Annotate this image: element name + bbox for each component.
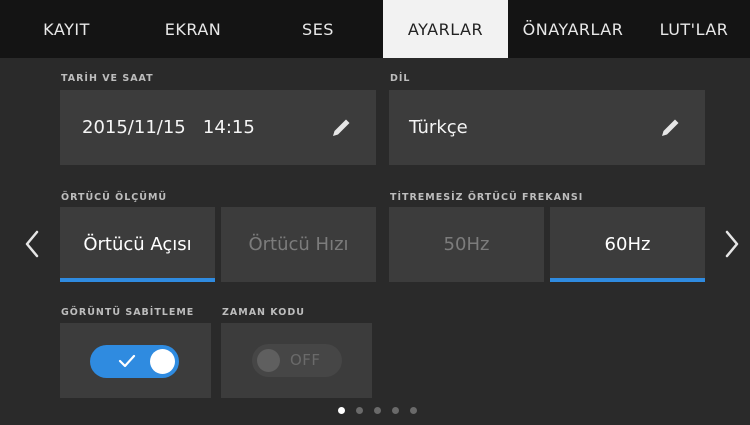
selected-indicator <box>550 278 705 282</box>
shutter-angle-option[interactable]: Örtücü Açısı <box>60 207 215 282</box>
toggle-knob <box>150 349 175 374</box>
page-dot-3[interactable] <box>374 407 381 414</box>
chevron-right-icon[interactable] <box>722 224 742 264</box>
tab-ayarlar[interactable]: AYARLAR <box>383 0 508 58</box>
timecode-state: OFF <box>290 351 321 369</box>
pencil-icon[interactable] <box>657 115 683 141</box>
page-dot-1[interactable] <box>338 407 345 414</box>
page-dot-4[interactable] <box>392 407 399 414</box>
shutter-measurement-label: ÖRTÜCÜ ÖLÇÜMÜ <box>61 192 168 203</box>
tab-ekran[interactable]: EKRAN <box>133 0 253 58</box>
flicker-free-label: TİTREMESİZ ÖRTÜCÜ FREKANSI <box>390 192 584 203</box>
timecode-tile: OFF <box>221 323 372 398</box>
toggle-knob <box>257 349 280 372</box>
shutter-speed-option[interactable]: Örtücü Hızı <box>221 207 376 282</box>
freq-50hz-option[interactable]: 50Hz <box>389 207 544 282</box>
image-stabilization-label: GÖRÜNTÜ SABİTLEME <box>61 307 195 318</box>
chevron-left-icon[interactable] <box>22 224 42 264</box>
language-value: Türkçe <box>409 117 468 138</box>
pencil-icon[interactable] <box>328 115 354 141</box>
page-dot-2[interactable] <box>356 407 363 414</box>
freq-60hz-option[interactable]: 60Hz <box>550 207 705 282</box>
timecode-toggle[interactable]: OFF <box>252 344 342 377</box>
date-time-field[interactable]: 2015/11/15 14:15 <box>60 90 376 165</box>
language-label: DİL <box>390 73 411 84</box>
freq-50hz-label: 50Hz <box>443 234 490 255</box>
shutter-speed-label: Örtücü Hızı <box>248 234 349 255</box>
freq-60hz-label: 60Hz <box>604 234 651 255</box>
shutter-angle-label: Örtücü Açısı <box>83 234 192 255</box>
language-field[interactable]: Türkçe <box>389 90 705 165</box>
tab-ses[interactable]: SES <box>253 0 383 58</box>
selected-indicator <box>60 278 215 282</box>
tab-lutlar[interactable]: LUT'LAR <box>638 0 750 58</box>
image-stabilization-toggle[interactable] <box>90 345 179 378</box>
check-icon <box>118 354 136 368</box>
tab-kayit[interactable]: KAYIT <box>0 0 133 58</box>
page-dot-5[interactable] <box>410 407 417 414</box>
date-time-label: TARİH VE SAAT <box>61 73 154 84</box>
tab-bar: KAYIT EKRAN SES AYARLAR ÖNAYARLAR LUT'LA… <box>0 0 750 58</box>
timecode-label: ZAMAN KODU <box>222 307 305 318</box>
image-stabilization-tile <box>60 323 211 398</box>
date-time-value: 2015/11/15 14:15 <box>82 117 255 138</box>
tab-onayarlar[interactable]: ÖNAYARLAR <box>508 0 638 58</box>
page-indicator <box>338 407 417 414</box>
